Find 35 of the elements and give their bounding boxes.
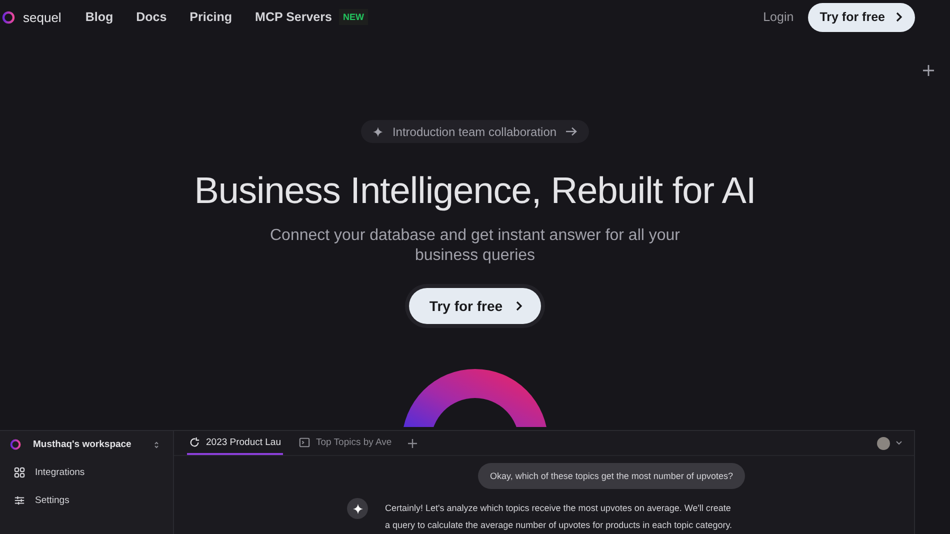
try-free-button[interactable]: Try for free [808, 2, 915, 32]
workspace-switcher[interactable]: Musthaq's workspace [33, 439, 142, 450]
hero-subtitle: Connect your database and get instant answer for all your business queries [268, 226, 682, 266]
tab[interactable]: Top Topics by Ave [297, 431, 394, 455]
logo-ring-icon [10, 439, 21, 450]
nav-link[interactable]: Pricing [190, 10, 232, 24]
sidebar-item[interactable]: Settings [10, 486, 173, 514]
new-badge: NEW [338, 9, 368, 25]
nav-link[interactable]: Blog [85, 10, 114, 24]
logo-ring-icon [2, 10, 15, 24]
user-message: Okay, which of these topics get the most number of upvotes? [478, 463, 745, 489]
tab[interactable]: 2023 Product Lau [187, 431, 284, 455]
add-tab-icon[interactable] [408, 438, 417, 448]
hero-title: Business Intelligence, Rebuilt for AI [194, 170, 756, 212]
arrow-right-icon [566, 127, 577, 136]
plus-icon [923, 65, 934, 76]
chevron-right-icon [895, 12, 903, 22]
sliders-icon [14, 494, 25, 506]
assistant-message: Certainly! Let's analyze which topics receive the most upvotes on average. We'll create a query to calculate the average number of upvotes for products in each topic category. [385, 502, 734, 532]
refresh-icon [189, 436, 200, 448]
login-link[interactable]: Login [763, 10, 794, 24]
sparkle-icon [373, 126, 384, 136]
sparkle-icon [352, 504, 362, 514]
try-free-button[interactable]: Try for free [409, 288, 541, 324]
sidebar-item[interactable]: Integrations [10, 458, 173, 486]
grid-icon [14, 466, 25, 478]
avatar[interactable] [877, 436, 890, 450]
updown-caret-icon[interactable] [154, 440, 159, 448]
chevron-right-icon [514, 301, 523, 311]
nav-link[interactable]: MCP Servers [255, 10, 332, 24]
terminal-icon [299, 436, 310, 448]
announcement-pill[interactable]: Introduction team collaboration [361, 120, 589, 143]
nav-link[interactable]: Docs [136, 10, 167, 24]
brand-name[interactable]: sequel [23, 10, 62, 24]
chevron-down-icon[interactable] [896, 441, 902, 445]
